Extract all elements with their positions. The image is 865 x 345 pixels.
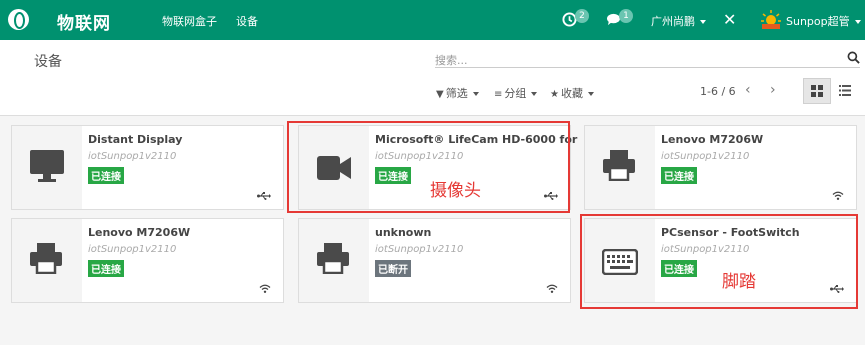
company-switcher[interactable]: 广州尚鹏 — [651, 13, 706, 29]
device-image — [585, 126, 655, 209]
device-card[interactable]: Lenovo M7206W iotSunpop1v2110 已连接 — [11, 218, 284, 303]
wifi-icon — [832, 191, 844, 200]
device-name: Lenovo M7206W — [661, 133, 764, 146]
close-icon[interactable]: ✕ — [723, 10, 736, 30]
printer-icon — [317, 243, 349, 274]
user-avatar[interactable] — [760, 9, 782, 31]
control-panel: 设备 ▼筛选 ≡分组 ★收藏 1-6 / 6 ‹ › — [0, 40, 865, 116]
user-menu[interactable]: Sunpop超管 — [786, 13, 861, 29]
annotation-label-footswitch: 脚踏 — [722, 272, 756, 292]
message-count-badge: 1 — [619, 9, 633, 23]
annotation-box-camera — [287, 121, 570, 213]
device-host: iotSunpop1v2110 — [375, 244, 464, 255]
device-image — [12, 219, 82, 302]
annotation-box-footswitch — [580, 214, 858, 309]
filters-label: 筛选 — [445, 87, 468, 100]
list-icon — [839, 85, 851, 96]
device-image — [299, 219, 369, 302]
grid-icon — [811, 85, 823, 97]
wifi-icon — [546, 284, 558, 293]
app-title[interactable]: 物联网 — [57, 9, 111, 34]
favorites-label: 收藏 — [560, 87, 583, 100]
status-badge: 已连接 — [88, 260, 124, 277]
device-image — [12, 126, 82, 209]
device-name: Lenovo M7206W — [88, 226, 191, 239]
user-name: Sunpop超管 — [786, 15, 850, 28]
breadcrumb: 设备 — [34, 54, 62, 70]
filters-dropdown[interactable]: ▼ 筛选 — [436, 85, 479, 101]
status-badge: 已断开 — [375, 260, 411, 277]
menu-item-iot-box[interactable]: 物联网盒子 — [162, 13, 217, 29]
device-name: unknown — [375, 226, 432, 239]
bars-icon: ≡ — [494, 89, 503, 100]
kanban-view-button[interactable] — [803, 78, 831, 104]
chevron-down-icon — [531, 92, 538, 96]
chevron-down-icon — [700, 20, 706, 24]
app-logo-icon[interactable] — [8, 9, 29, 30]
device-card[interactable]: Distant Display iotSunpop1v2110 已连接 — [11, 125, 284, 210]
company-name: 广州尚鹏 — [651, 15, 695, 28]
favorites-dropdown[interactable]: ★ 收藏 — [550, 85, 594, 101]
groupby-label: 分组 — [504, 87, 527, 100]
menu-item-devices[interactable]: 设备 — [236, 13, 258, 29]
status-badge: 已连接 — [88, 167, 124, 184]
search-input[interactable] — [435, 54, 835, 67]
top-navbar: 物联网 物联网盒子 设备 2 1 广州尚鹏 ✕ Sunpop超管 — [0, 0, 865, 40]
annotation-label-camera: 摄像头 — [430, 181, 481, 201]
chevron-down-icon — [854, 20, 861, 24]
device-card[interactable]: unknown iotSunpop1v2110 已断开 — [298, 218, 571, 303]
search-icon[interactable] — [847, 51, 860, 64]
monitor-icon — [30, 150, 64, 182]
status-badge: 已连接 — [661, 167, 697, 184]
printer-icon — [30, 243, 62, 274]
usb-icon — [257, 192, 271, 200]
pager-value[interactable]: 1-6 / 6 — [700, 85, 736, 98]
groupby-dropdown[interactable]: ≡ 分组 — [494, 85, 538, 101]
search-bar — [435, 49, 860, 68]
chevron-down-icon — [587, 92, 594, 96]
device-host: iotSunpop1v2110 — [88, 151, 177, 162]
star-icon: ★ — [550, 89, 559, 100]
printer-icon — [603, 150, 635, 181]
list-view-button[interactable] — [833, 78, 857, 104]
device-host: iotSunpop1v2110 — [661, 151, 750, 162]
wifi-icon — [259, 284, 271, 293]
activity-count-badge: 2 — [575, 9, 589, 23]
chevron-down-icon — [472, 92, 479, 96]
pager-previous-icon[interactable]: ‹ — [745, 82, 751, 98]
pager-next-icon[interactable]: › — [770, 82, 776, 98]
device-card[interactable]: Lenovo M7206W iotSunpop1v2110 已连接 — [584, 125, 857, 210]
filter-icon: ▼ — [436, 89, 444, 100]
device-host: iotSunpop1v2110 — [88, 244, 177, 255]
device-name: Distant Display — [88, 133, 183, 146]
